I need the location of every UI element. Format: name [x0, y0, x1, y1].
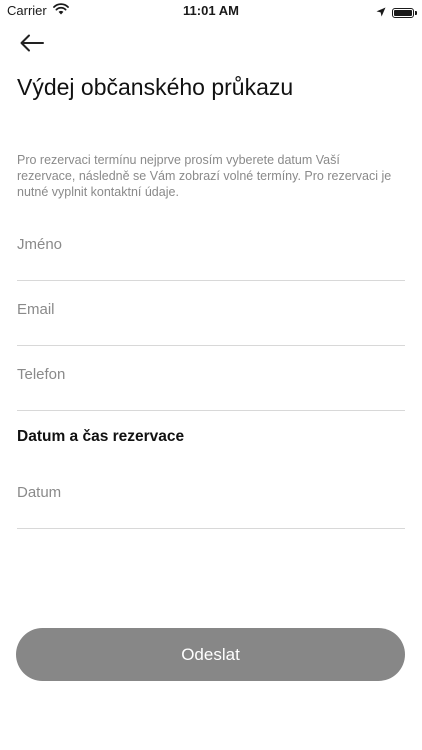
location-arrow-icon: [376, 4, 386, 22]
arrow-left-icon: [20, 34, 44, 52]
page-title: Výdej občanského průkazu: [17, 74, 294, 100]
section-heading-datetime: Datum a čas rezervace: [17, 428, 185, 445]
date-field: [17, 464, 405, 529]
status-time: 11:01 AM: [183, 3, 239, 18]
status-right: [376, 4, 417, 22]
status-bar: Carrier 11:01 AM: [0, 0, 422, 22]
phone-field: [17, 346, 405, 411]
phone-input[interactable]: [17, 360, 405, 388]
email-field: [17, 281, 405, 346]
name-field: [17, 216, 405, 281]
battery-icon: [392, 8, 417, 18]
date-input[interactable]: [17, 478, 405, 506]
back-button[interactable]: [14, 28, 50, 58]
email-input[interactable]: [17, 295, 405, 323]
submit-button[interactable]: Odeslat: [16, 628, 405, 681]
intro-text: Pro rezervaci termínu nejprve prosím vyb…: [17, 153, 392, 199]
name-input[interactable]: [17, 230, 405, 258]
